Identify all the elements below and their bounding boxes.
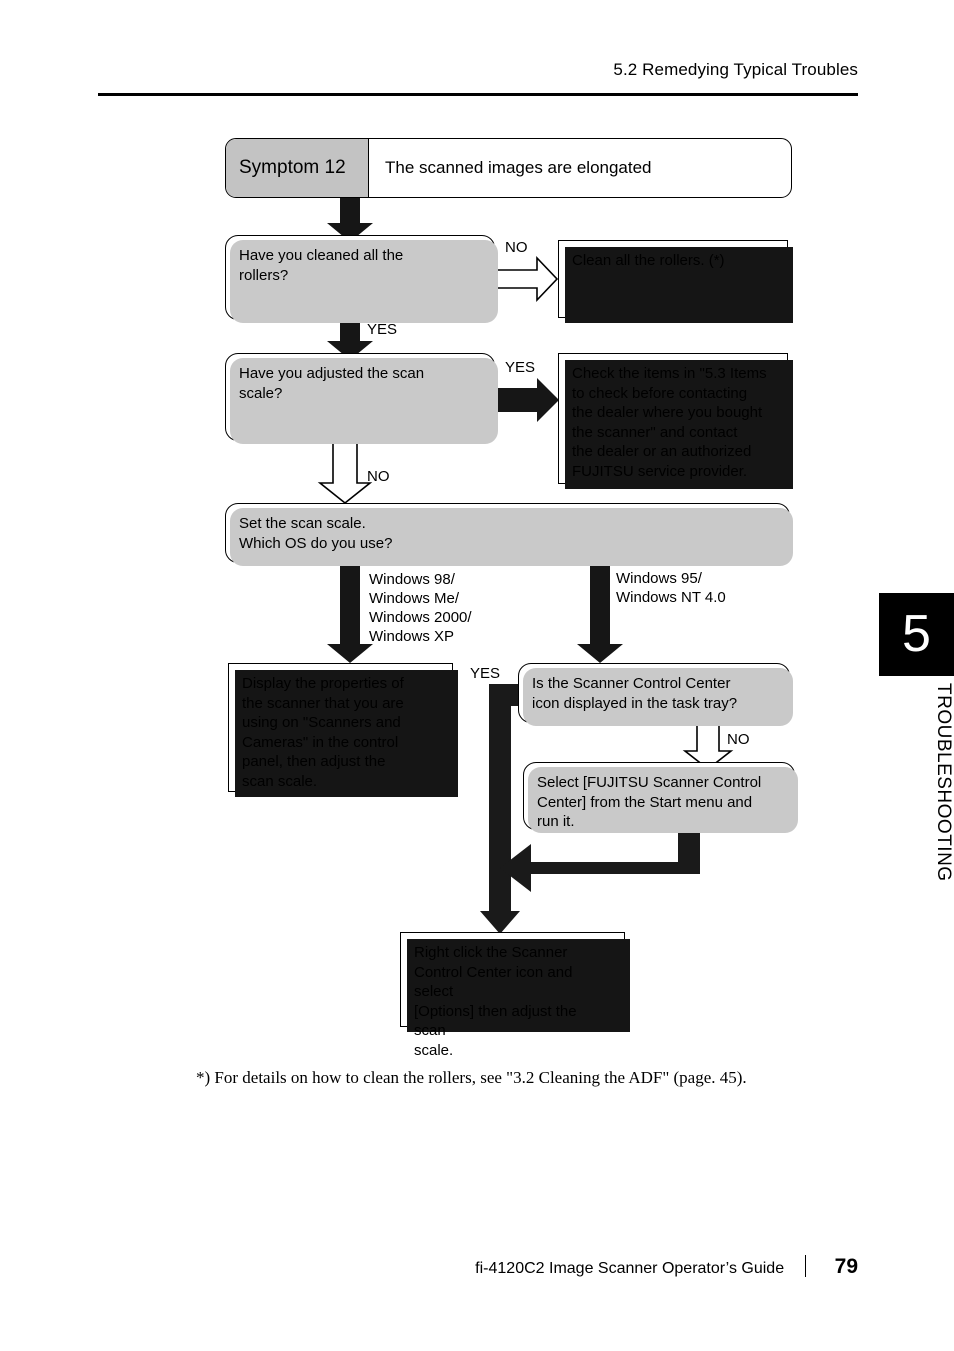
box-display-properties-action: Display the properties of the scanner th…	[228, 663, 458, 797]
arrow-branch-left-os	[327, 563, 373, 663]
label-no-scale: NO	[367, 468, 390, 485]
arrow-no-to-set-scan-scale	[317, 440, 373, 505]
symptom-label: Symptom 12	[226, 139, 369, 197]
arrow-select-scc-to-trunk	[500, 826, 700, 896]
symptom-header: Symptom 12 The scanned images are elonga…	[225, 138, 792, 198]
box-clean-rollers-action: Clean all the rollers. (*)	[558, 240, 793, 323]
label-yes-scc: YES	[470, 665, 501, 682]
box-right-click-action-text: Right click the Scanner Control Center i…	[414, 944, 577, 1059]
symptom-text: The scanned images are elongated	[385, 158, 652, 177]
box-display-properties-action-text: Display the properties of the scanner th…	[242, 675, 404, 790]
box-cleaned-rollers-text: Have you cleaned all the rollers?	[239, 247, 404, 284]
box-cleaned-rollers: Have you cleaned all the rollers?	[225, 235, 498, 323]
box-set-scan-scale: Set the scan scale. Which OS do you use?	[225, 503, 793, 566]
box-select-scc-action-text: Select [FUJITSU Scanner Control Center] …	[537, 774, 762, 830]
label-yes-rollers: YES	[367, 321, 398, 338]
footer-separator	[804, 1255, 806, 1277]
box-right-click-action: Right click the Scanner Control Center i…	[400, 932, 630, 1059]
box-select-scc-action: Select [FUJITSU Scanner Control Center] …	[523, 762, 798, 833]
box-check-items-action-text: Check the items in "5.3 Items to check b…	[572, 365, 767, 480]
arrow-no-to-clean-rollers	[494, 256, 559, 308]
label-yes-scale: YES	[505, 359, 536, 376]
box-scc-icon-question-text: Is the Scanner Control Center icon displ…	[532, 675, 738, 712]
label-no-rollers: NO	[505, 239, 528, 256]
footnote: *) For details on how to clean the rolle…	[196, 1068, 747, 1087]
box-scc-icon-question: Is the Scanner Control Center icon displ…	[518, 663, 793, 726]
page-footer: fi-4120C2 Image Scanner Operator’s Guide…	[98, 1255, 858, 1279]
box-check-items-action: Check the items in "5.3 Items to check b…	[558, 353, 793, 489]
box-adjusted-scale-text: Have you adjusted the scan scale?	[239, 365, 425, 402]
label-no-scc: NO	[727, 731, 750, 748]
footer-page-number: 79	[834, 1255, 858, 1278]
box-adjusted-scale: Have you adjusted the scan scale?	[225, 353, 498, 444]
box-clean-rollers-action-text: Clean all the rollers. (*)	[572, 252, 725, 269]
label-branch-right-os: Windows 95/ Windows NT 4.0	[616, 570, 726, 606]
arrow-yes-to-check-items	[495, 378, 559, 422]
footer-guide-title: fi-4120C2 Image Scanner Operator’s Guide	[475, 1260, 785, 1277]
troubleshooting-flowchart: Symptom 12 The scanned images are elonga…	[0, 0, 954, 1351]
box-set-scan-scale-text: Set the scan scale. Which OS do you use?	[239, 515, 393, 552]
label-branch-left-os: Windows 98/ Windows Me/ Windows 2000/ Wi…	[369, 571, 472, 645]
